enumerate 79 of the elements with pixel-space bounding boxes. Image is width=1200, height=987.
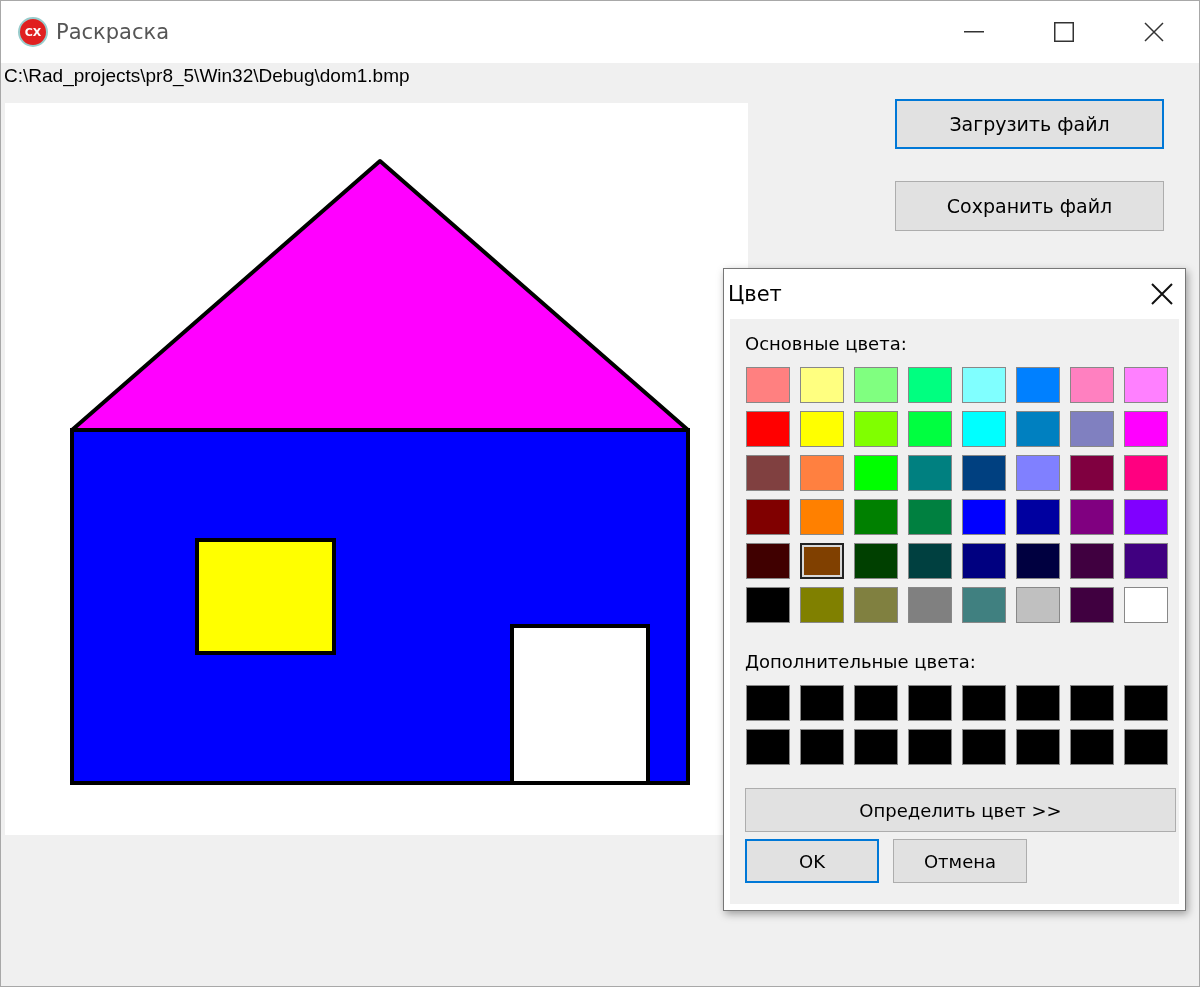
color-swatch[interactable] (908, 729, 952, 765)
color-swatch[interactable] (962, 729, 1006, 765)
color-swatch[interactable] (800, 543, 844, 579)
file-button[interactable]: Загрузить файл (895, 99, 1164, 149)
color-swatch[interactable] (1124, 411, 1168, 447)
color-swatch[interactable] (908, 455, 952, 491)
color-swatch[interactable] (746, 367, 790, 403)
color-swatch[interactable] (1070, 411, 1114, 447)
color-swatch[interactable] (1016, 543, 1060, 579)
color-swatch[interactable] (800, 455, 844, 491)
color-swatch[interactable] (962, 499, 1006, 535)
color-swatch[interactable] (854, 367, 898, 403)
section-label: Дополнительные цвета: (745, 651, 977, 672)
color-swatch[interactable] (1016, 499, 1060, 535)
window-title: Раскраска (56, 20, 170, 44)
color-swatch[interactable] (1016, 729, 1060, 765)
color-swatch[interactable] (1124, 367, 1168, 403)
color-swatch[interactable] (962, 455, 1006, 491)
color-swatch[interactable] (1070, 729, 1114, 765)
file-path: C:\Rad_projects\pr8_5\Win32\Debug\dom1.bmp (3, 64, 411, 89)
color-swatch[interactable] (962, 367, 1006, 403)
color-swatch[interactable] (962, 543, 1006, 579)
color-swatch[interactable] (962, 411, 1006, 447)
close-icon (1144, 22, 1164, 42)
color-swatch[interactable] (1124, 499, 1168, 535)
color-swatch[interactable] (1016, 411, 1060, 447)
color-swatch[interactable] (1124, 587, 1168, 623)
color-swatch[interactable] (962, 685, 1006, 721)
app-logo: CX (18, 17, 48, 47)
color-swatch[interactable] (1070, 455, 1114, 491)
color-swatch[interactable] (854, 499, 898, 535)
color-swatch[interactable] (800, 367, 844, 403)
color-swatch[interactable] (800, 411, 844, 447)
color-swatch[interactable] (1070, 367, 1114, 403)
color-swatch[interactable] (854, 685, 898, 721)
color-swatch[interactable] (854, 587, 898, 623)
color-swatch[interactable] (1124, 543, 1168, 579)
dialog-button[interactable]: OK (745, 839, 879, 883)
color-swatch[interactable] (800, 499, 844, 535)
color-swatch[interactable] (746, 411, 790, 447)
color-swatch[interactable] (746, 587, 790, 623)
color-swatch[interactable] (908, 499, 952, 535)
color-swatch[interactable] (746, 685, 790, 721)
color-swatch[interactable] (962, 587, 1006, 623)
color-swatch[interactable] (854, 455, 898, 491)
maximize-icon (1054, 22, 1074, 42)
color-swatch[interactable] (908, 587, 952, 623)
color-swatch[interactable] (1016, 587, 1060, 623)
color-swatch[interactable] (1070, 685, 1114, 721)
color-swatch[interactable] (800, 729, 844, 765)
color-swatch[interactable] (1124, 729, 1168, 765)
color-swatch[interactable] (1016, 685, 1060, 721)
color-swatch[interactable] (1016, 367, 1060, 403)
color-swatch[interactable] (1016, 455, 1060, 491)
close-icon[interactable] (1151, 283, 1173, 305)
minimize-icon (964, 31, 984, 33)
color-swatch[interactable] (746, 499, 790, 535)
dialog-button[interactable]: Отмена (893, 839, 1027, 883)
file-button[interactable]: Сохранить файл (895, 181, 1164, 231)
color-swatch[interactable] (800, 587, 844, 623)
section-label: Основные цвета: (745, 333, 908, 354)
color-swatch[interactable] (908, 685, 952, 721)
color-swatch[interactable] (908, 411, 952, 447)
color-swatch[interactable] (854, 411, 898, 447)
color-swatch[interactable] (746, 543, 790, 579)
define-color-button[interactable]: Определить цвет >> (745, 788, 1176, 832)
color-swatch[interactable] (1070, 499, 1114, 535)
color-swatch[interactable] (1124, 685, 1168, 721)
color-swatch[interactable] (854, 543, 898, 579)
color-swatch[interactable] (908, 367, 952, 403)
color-swatch[interactable] (746, 455, 790, 491)
color-swatch[interactable] (908, 543, 952, 579)
dialog-title: Цвет (728, 282, 782, 306)
color-swatch[interactable] (746, 729, 790, 765)
color-swatch[interactable] (1070, 587, 1114, 623)
color-swatch[interactable] (800, 685, 844, 721)
color-swatch[interactable] (1124, 455, 1168, 491)
color-swatch[interactable] (854, 729, 898, 765)
color-swatch[interactable] (1070, 543, 1114, 579)
